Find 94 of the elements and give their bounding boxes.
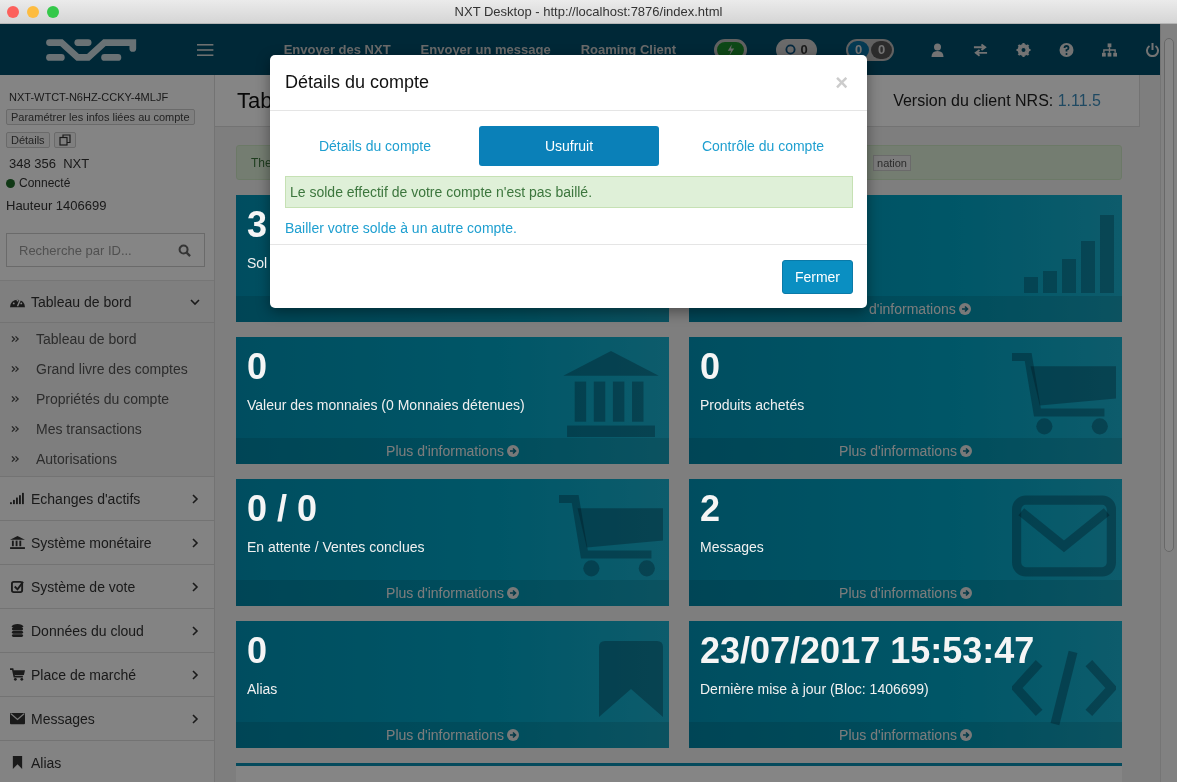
more-info-link[interactable]: d'informations: [869, 301, 971, 317]
card-label: Produits achetés: [700, 397, 805, 413]
page-heading: Tab: [237, 87, 273, 114]
submenu-item[interactable]: Grand livre des comptes: [0, 354, 214, 384]
arrow-circle-icon: [506, 729, 519, 741]
card-label: Messages: [700, 539, 764, 555]
bookmark-icon: [10, 756, 25, 769]
more-info-link[interactable]: Plus d'informations: [386, 443, 519, 459]
arrow-circle-icon: [506, 445, 519, 457]
card-value: 0: [700, 347, 721, 387]
tab[interactable]: Usufruit: [479, 126, 659, 166]
arrow-circle-icon: [959, 445, 972, 457]
window-title: NXT Desktop - http://localhost:7876/index.html: [454, 4, 723, 19]
chevron-right-icon: [190, 537, 200, 548]
connection-status: Connecté: [19, 176, 71, 190]
more-info-link[interactable]: Plus d'informations: [839, 443, 972, 459]
menu-item[interactable]: Tableau de bord: [0, 281, 214, 323]
nav-link[interactable]: Roaming Client: [580, 42, 676, 57]
card-label: Valeur des monnaies (0 Monnaies détenues): [247, 397, 525, 413]
lightning-icon: [726, 43, 735, 56]
more-info-link[interactable]: Plus d'informations: [839, 585, 972, 601]
alert-button[interactable]: nation: [873, 154, 911, 171]
tab[interactable]: Détails du compte: [285, 126, 465, 166]
card-value: 0: [247, 347, 268, 387]
confirmed-count: 0: [871, 40, 892, 59]
block-height: Hauteur 1406699: [6, 198, 107, 213]
success-notice: Le solde effectif de votre compte n'est pas baillé.: [285, 176, 853, 208]
scrollbar[interactable]: [1160, 24, 1177, 782]
arrow-circle-icon: [959, 587, 972, 599]
set-info-button[interactable]: Paramétrer les infos liées au compte: [6, 109, 195, 125]
transactions-badge[interactable]: 0 0: [846, 38, 894, 61]
submenu-item[interactable]: Mes transactions: [0, 414, 214, 444]
submenu-item[interactable]: Tableau de bord: [0, 324, 214, 354]
details-button[interactable]: Détails: [6, 132, 50, 148]
circle-icon: [785, 44, 797, 55]
scrollbar-thumb[interactable]: [1164, 38, 1174, 552]
close-window-button[interactable]: [7, 6, 19, 18]
double-chevron-icon: [11, 335, 20, 343]
help-icon[interactable]: [1059, 42, 1074, 57]
power-icon[interactable]: [1145, 42, 1160, 57]
copy-icon: [58, 134, 71, 146]
double-chevron-icon: [11, 425, 20, 433]
card-value: 23/07/2017 15:53:47: [700, 631, 1035, 671]
card-label: En attente / Ventes conclues: [247, 539, 425, 555]
close-dialog-button[interactable]: Fermer: [781, 260, 853, 294]
more-info-link[interactable]: Plus d'informations: [386, 585, 519, 601]
double-chevron-icon: [11, 395, 20, 403]
copy-button[interactable]: [53, 132, 76, 148]
double-chevron-icon: [11, 455, 20, 463]
chevron-right-icon: [190, 625, 200, 636]
card-value: 0 / 0: [247, 489, 318, 529]
more-info-link[interactable]: Plus d'informations: [386, 727, 519, 743]
chevron-down-icon: [190, 296, 200, 307]
card-value: 3: [247, 205, 268, 245]
arrow-circle-icon: [506, 587, 519, 599]
more-info-link[interactable]: Plus d'informations: [839, 727, 972, 743]
arrow-circle-icon: [958, 303, 971, 315]
dialog-title: Détails du compte: [285, 72, 430, 93]
version-label: Version du client NRS:: [893, 91, 1054, 109]
lease-balance-link[interactable]: Bailler votre solde à un autre compte.: [285, 220, 517, 236]
pending-count: 0: [800, 42, 808, 57]
nav-link[interactable]: Envoyer un message: [420, 42, 551, 57]
tab[interactable]: Contrôle du compte: [673, 126, 853, 166]
account-id: NXT-WTCT-N6HZ-CCKY-4MLJF: [9, 91, 169, 103]
unconfirmed-count: 0: [848, 40, 869, 59]
arrow-circle-icon: [959, 729, 972, 741]
card-label: Sol: [247, 255, 268, 271]
chevron-right-icon: [190, 713, 200, 724]
card-label: Alias: [247, 681, 278, 697]
card-value: 2: [700, 489, 721, 529]
checkbox-icon: [10, 580, 25, 593]
cart-icon: [10, 668, 25, 681]
bank-icon: [10, 536, 25, 549]
zoom-window-button[interactable]: [47, 6, 59, 18]
user-icon[interactable]: [930, 42, 945, 57]
settings-icon[interactable]: [1016, 42, 1031, 57]
database-icon: [10, 624, 25, 637]
card-value: 0: [247, 631, 268, 671]
double-chevron-icon: [11, 365, 20, 373]
exchange-icon[interactable]: [973, 42, 988, 57]
envelope-icon: [10, 712, 25, 725]
sitemap-icon[interactable]: [1102, 42, 1117, 57]
chevron-right-icon: [190, 493, 200, 504]
submenu-item[interactable]: Autorisations: [0, 444, 214, 474]
nav-link[interactable]: Envoyer des NXT: [283, 42, 391, 57]
submenu-item[interactable]: Propriétés du compte: [0, 384, 214, 414]
menu-icon[interactable]: [197, 41, 214, 58]
chevron-right-icon: [190, 669, 200, 680]
card-label: Dernière mise à jour (Bloc: 1406699): [700, 681, 929, 697]
account-balance: 348 356 NXT: [9, 156, 90, 171]
search-icon: [178, 244, 191, 257]
signal-bars-icon: [10, 492, 25, 505]
version-link[interactable]: 1.11.5: [1057, 91, 1101, 109]
chevron-right-icon: [190, 581, 200, 592]
